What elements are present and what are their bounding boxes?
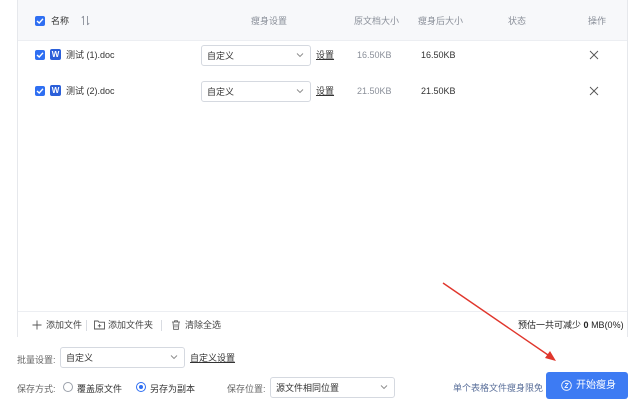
chevron-down-icon — [170, 355, 178, 360]
compress-mode-select[interactable]: 自定义 — [201, 45, 311, 66]
select-all-checkbox[interactable] — [35, 16, 45, 26]
divider — [86, 320, 87, 331]
save-location-select[interactable]: 源文件相同位置 — [270, 377, 395, 398]
compress-mode-value: 自定义 — [207, 87, 235, 97]
table-header: 名称 瘦身设置 原文档大小 瘦身后大小 状态 操作 — [18, 0, 627, 41]
trash-icon — [172, 320, 180, 330]
start-compress-button[interactable]: 开始瘦身 — [546, 372, 628, 399]
chevron-down-icon — [296, 53, 304, 58]
save-copy-radio[interactable] — [136, 382, 146, 392]
sort-icon[interactable] — [81, 15, 90, 28]
compress-icon — [561, 380, 572, 391]
custom-settings-link[interactable]: 自定义设置 — [190, 353, 235, 363]
header-after-size: 瘦身后大小 — [418, 16, 464, 26]
list-toolbar: 添加文件 添加文件夹 清除全选 预估一共可减少 0 MB(0%) — [18, 311, 627, 338]
clear-all-button[interactable]: 清除全选 — [171, 320, 221, 330]
header-name: 名称 — [51, 16, 70, 26]
table-row: W 测试 (2).doc 自定义 设置 21.50KB 21.50KB — [18, 76, 627, 112]
table-row: W 测试 (1).doc 自定义 设置 16.50KB 16.50KB — [18, 40, 627, 76]
save-mode-label: 保存方式: — [17, 384, 56, 394]
file-name: 测试 (2).doc — [66, 86, 115, 96]
file-list-panel: 名称 瘦身设置 原文档大小 瘦身后大小 状态 操作 W 测试 (1).doc 自… — [17, 0, 628, 338]
word-doc-icon: W — [50, 49, 61, 60]
batch-settings-label: 批量设置: — [17, 355, 56, 365]
estimate-prefix: 预估一共可减少 — [518, 320, 582, 330]
remove-icon[interactable] — [589, 50, 599, 60]
batch-mode-select[interactable]: 自定义 — [60, 347, 185, 368]
header-original-size: 原文档大小 — [354, 16, 400, 26]
settings-link[interactable]: 设置 — [316, 50, 334, 60]
add-folder-label: 添加文件夹 — [108, 320, 154, 330]
clear-all-label: 清除全选 — [185, 320, 222, 330]
folder-add-icon — [94, 320, 105, 330]
after-size: 16.50KB — [421, 50, 456, 60]
save-location-value: 源文件相同位置 — [276, 383, 340, 393]
estimate-suffix: MB(0%) — [591, 320, 624, 330]
add-file-label: 添加文件 — [46, 320, 83, 330]
file-name: 测试 (1).doc — [66, 50, 115, 60]
header-status: 状态 — [508, 16, 527, 26]
original-size: 16.50KB — [357, 50, 392, 60]
add-file-button[interactable]: 添加文件 — [32, 320, 82, 330]
overwrite-radio[interactable] — [63, 382, 73, 392]
compress-mode-select[interactable]: 自定义 — [201, 81, 311, 102]
limit-notice: 单个表格文件瘦身限免 — [453, 383, 544, 393]
settings-link[interactable]: 设置 — [316, 86, 334, 96]
batch-mode-value: 自定义 — [66, 353, 94, 363]
original-size: 21.50KB — [357, 86, 392, 96]
save-copy-label: 另存为副本 — [150, 384, 196, 394]
estimate-text: 预估一共可减少 0 MB(0%) — [518, 320, 624, 330]
header-settings: 瘦身设置 — [251, 16, 288, 26]
chevron-down-icon — [296, 89, 304, 94]
plus-icon — [32, 320, 42, 330]
word-doc-icon: W — [50, 85, 61, 96]
header-action: 操作 — [588, 16, 607, 26]
chevron-down-icon — [380, 385, 388, 390]
compress-mode-value: 自定义 — [207, 51, 235, 61]
row-checkbox[interactable] — [35, 86, 45, 96]
start-compress-label: 开始瘦身 — [576, 380, 616, 391]
save-location-label: 保存位置: — [227, 384, 266, 394]
divider — [161, 320, 162, 331]
remove-icon[interactable] — [589, 86, 599, 96]
after-size: 21.50KB — [421, 86, 456, 96]
estimate-value: 0 — [583, 320, 589, 330]
add-folder-button[interactable]: 添加文件夹 — [94, 320, 153, 330]
overwrite-label: 覆盖原文件 — [77, 384, 123, 394]
row-checkbox[interactable] — [35, 50, 45, 60]
